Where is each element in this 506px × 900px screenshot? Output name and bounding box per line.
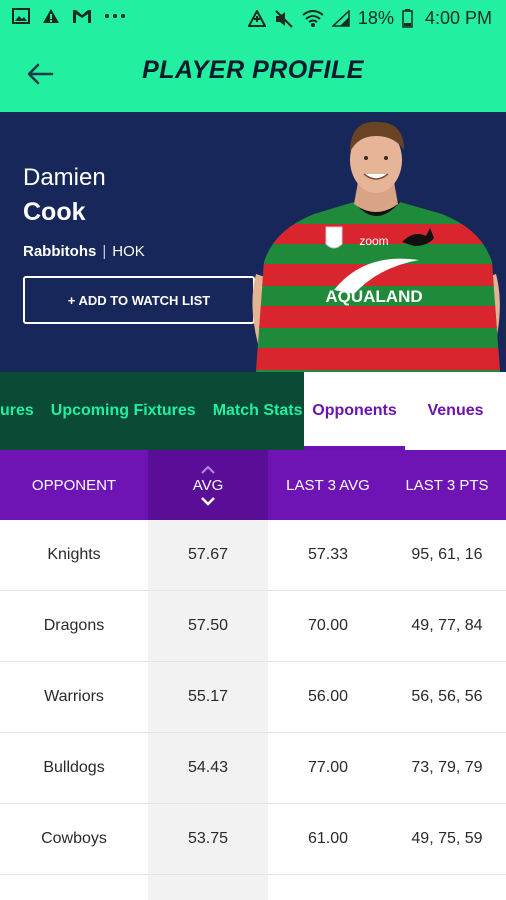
cell-last3-pts: 73, 79, 79 — [411, 759, 483, 776]
tabs-scroll-area: ures Upcoming Fixtures Match Stats — [0, 372, 304, 450]
cell-last3-avg: 70.00 — [307, 617, 349, 634]
tab-opponents[interactable]: Opponents — [304, 372, 405, 450]
player-meta: Rabbitohs | HOK — [23, 243, 145, 260]
column-header-opponent[interactable]: OPPONENT — [0, 450, 148, 520]
signal-icon — [331, 10, 350, 27]
cell-last3-avg: 77.00 — [307, 759, 349, 776]
cell-last3-avg: 57.33 — [307, 546, 349, 563]
cell-opponent: Dragons — [43, 617, 105, 634]
alert-icon — [43, 9, 59, 23]
player-banner: Damien Cook Rabbitohs | HOK + ADD TO WATCH… — [0, 112, 506, 372]
clock: 4:00 PM — [424, 8, 492, 28]
player-last-name: Cook — [23, 198, 86, 226]
table-row[interactable]: Cowboys 53.75 61.00 49, 75, 59 — [0, 804, 506, 875]
cell-opponent: Bulldogs — [43, 759, 105, 776]
jersey-logo-text: zoom — [359, 234, 388, 248]
cell-last3-pts: 49, 77, 84 — [411, 617, 483, 634]
table-row[interactable]: Dragons 57.50 70.00 49, 77, 84 — [0, 591, 506, 662]
cell-avg: 54.43 — [187, 759, 229, 776]
battery-percentage: 18% — [357, 8, 394, 28]
more-dots-icon — [105, 14, 125, 18]
sort-down-icon — [201, 496, 215, 506]
column-header-avg[interactable]: AVG — [148, 450, 268, 520]
cell-opponent: Knights — [47, 546, 101, 563]
data-saver-icon — [247, 10, 266, 27]
cell-opponent: Warriors — [44, 688, 104, 705]
tabs-light-area: Opponents Venues — [304, 372, 506, 450]
table-row[interactable]: Warriors 55.17 56.00 56, 56, 56 — [0, 662, 506, 733]
tab-past-fixtures[interactable]: ures — [0, 402, 34, 420]
table-header: OPPONENT AVG LAST 3 AVG LAST 3 PTS — [0, 450, 506, 520]
add-to-watch-list-button[interactable]: + ADD TO WATCH LIST — [23, 276, 255, 324]
player-position: HOK — [112, 243, 145, 260]
tab-match-stats[interactable]: Match Stats — [213, 402, 303, 420]
column-header-avg-label: AVG — [192, 476, 224, 494]
wifi-icon — [302, 10, 324, 27]
page-title: PLAYER PROFILE — [142, 56, 364, 84]
sort-up-icon — [201, 465, 215, 474]
cell-opponent: Cowboys — [41, 830, 107, 847]
cell-last3-pts: 95, 61, 16 — [411, 546, 483, 563]
player-team: Rabbitohs — [23, 243, 97, 260]
player-photo: AQUALAND zoom — [252, 121, 500, 372]
cell-avg: 57.50 — [187, 617, 229, 634]
player-first-name: Damien — [23, 164, 106, 191]
opponents-table: Knights 57.67 57.33 95, 61, 16 Dragons 5… — [0, 520, 506, 900]
tab-venues[interactable]: Venues — [405, 372, 506, 450]
jersey-sponsor-text: AQUALAND — [325, 287, 422, 306]
table-row[interactable]: Knights 57.67 57.33 95, 61, 16 — [0, 520, 506, 591]
cell-last3-avg: 56.00 — [307, 688, 349, 705]
profile-tabs: ures Upcoming Fixtures Match Stats Oppon… — [0, 372, 506, 450]
cell-avg: 55.17 — [187, 688, 229, 705]
gmail-icon — [73, 10, 91, 23]
battery-icon — [402, 9, 413, 28]
cell-last3-avg: 61.00 — [307, 830, 349, 847]
cell-avg: 57.67 — [187, 546, 229, 563]
cell-last3-pts: 49, 75, 59 — [411, 830, 483, 847]
table-row[interactable]: Bulldogs 54.43 77.00 73, 79, 79 — [0, 733, 506, 804]
cell-last3-pts: 56, 56, 56 — [411, 688, 483, 705]
image-icon — [12, 8, 30, 24]
column-header-last3-avg[interactable]: LAST 3 AVG — [268, 450, 388, 520]
column-header-last3-pts[interactable]: LAST 3 PTS — [388, 450, 506, 520]
cell-avg: 53.75 — [187, 830, 229, 847]
tab-upcoming-fixtures[interactable]: Upcoming Fixtures — [51, 402, 196, 420]
status-bar: 18% 4:00 PM — [0, 0, 506, 36]
app-header: 18% 4:00 PM PLAYER PROFILE — [0, 0, 506, 112]
meta-separator: | — [102, 243, 107, 260]
mute-icon — [275, 9, 293, 28]
